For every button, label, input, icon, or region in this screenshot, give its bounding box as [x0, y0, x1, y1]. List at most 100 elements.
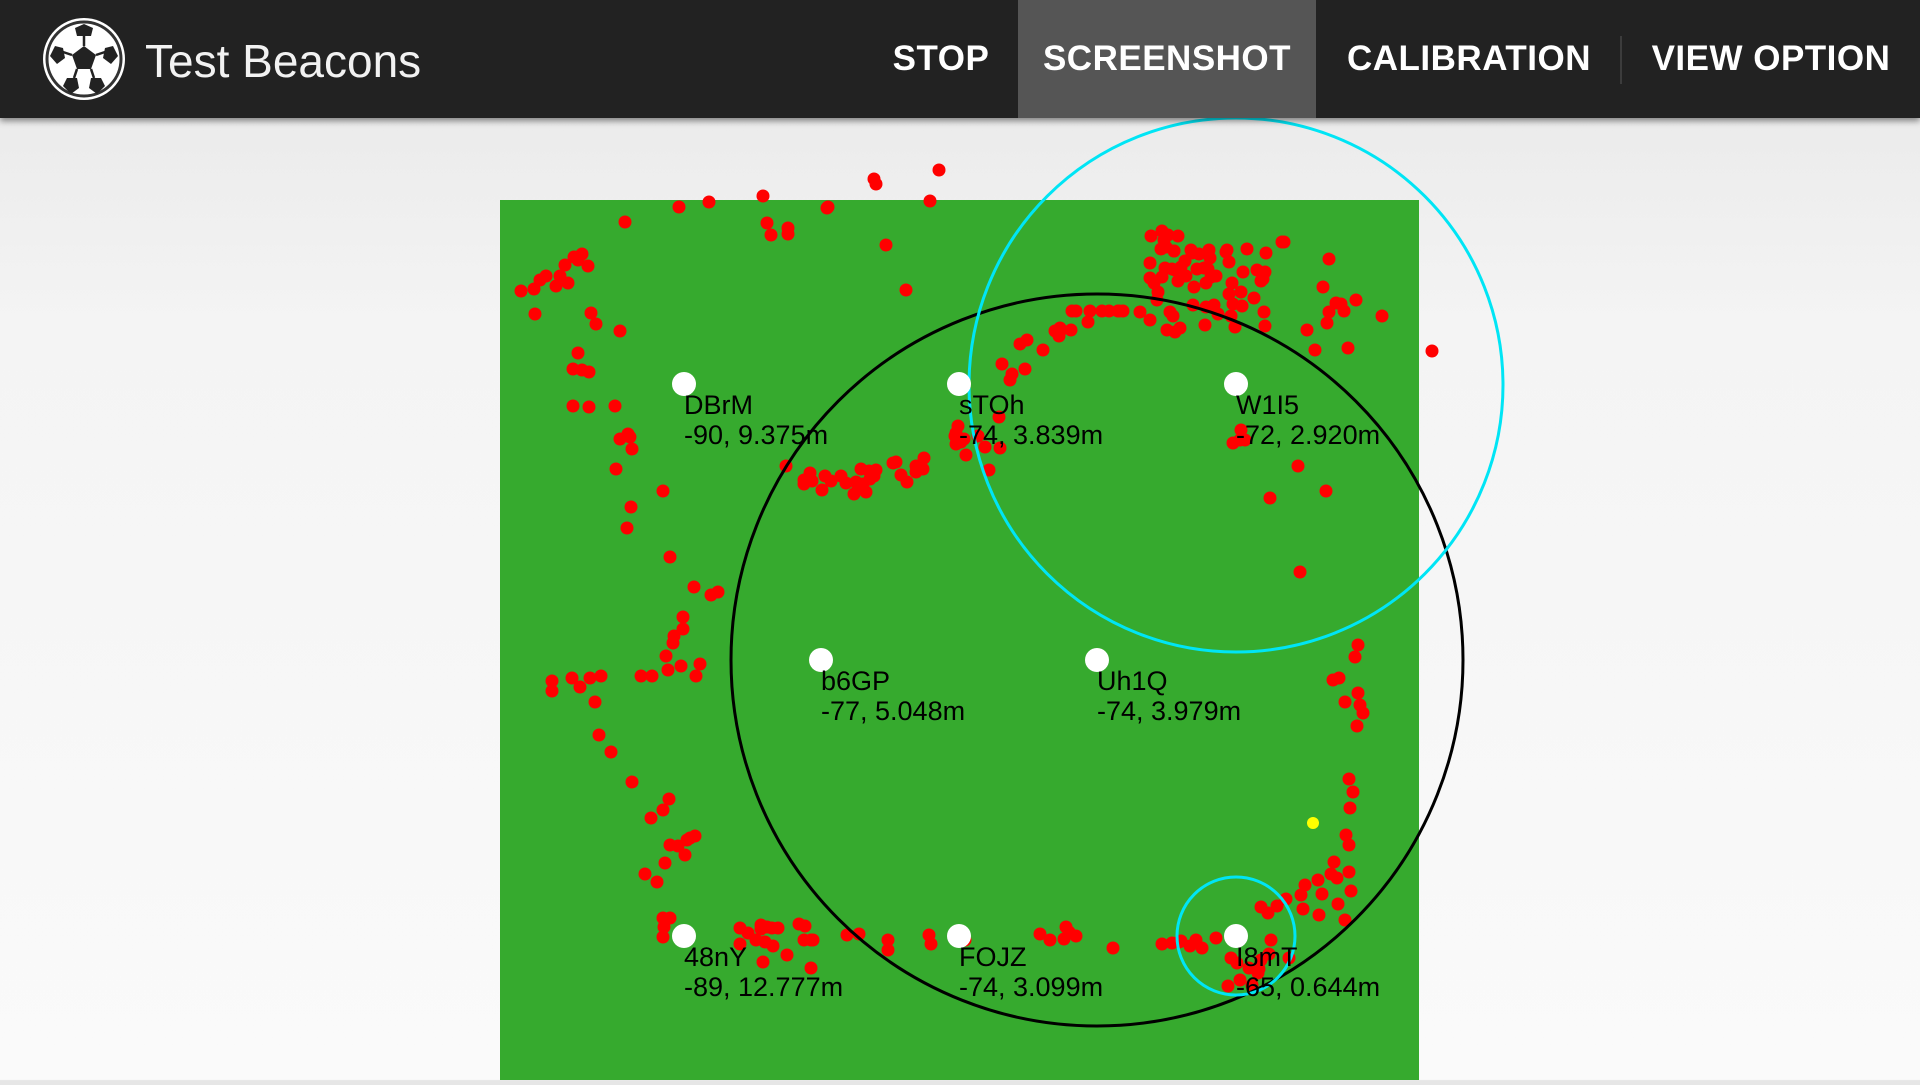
- trace-point: [528, 307, 542, 321]
- beacon-id-label: W1I5: [1236, 390, 1299, 420]
- trace-point: [1353, 698, 1367, 712]
- trace-point: [1013, 337, 1027, 351]
- trace-point: [625, 442, 639, 456]
- trace-point: [1240, 242, 1254, 256]
- trace-point: [702, 195, 716, 209]
- view-option-button[interactable]: VIEW OPTION: [1640, 0, 1902, 118]
- beacon-map-view[interactable]: DBrM -90, 9.375m sTOh -74, 3.839m W1I5 -72, 2…: [0, 116, 1920, 1080]
- trace-point: [959, 448, 973, 462]
- trace-point: [821, 200, 835, 214]
- trace-point: [856, 477, 870, 491]
- trace-point: [1351, 686, 1365, 700]
- trace-point: [760, 920, 774, 934]
- beacon-id-label: sTOh: [959, 390, 1025, 420]
- screenshot-button[interactable]: SCREENSHOT: [1018, 0, 1316, 118]
- trace-point: [613, 324, 627, 338]
- trace-point: [1203, 251, 1217, 265]
- beacon-reading-label: -89, 12.777m: [684, 972, 843, 1002]
- trace-point: [1171, 229, 1185, 243]
- trace-point: [662, 792, 676, 806]
- trace-point: [917, 451, 931, 465]
- trace-point: [678, 848, 692, 862]
- beacon-reading-label: -74, 3.099m: [959, 972, 1103, 1002]
- trace-point: [588, 695, 602, 709]
- soccer-ball-icon: [43, 18, 125, 100]
- trace-point: [1209, 931, 1223, 945]
- trace-point: [803, 466, 817, 480]
- trace-point: [1221, 979, 1235, 993]
- stop-button[interactable]: STOP: [868, 0, 1014, 118]
- app-bar: Test Beacons STOP SCREENSHOT CALIBRATION…: [0, 0, 1920, 118]
- trace-point: [1166, 309, 1180, 323]
- trace-point: [1258, 319, 1272, 333]
- beacon-reading-label: -77, 5.048m: [821, 696, 965, 726]
- trace-point: [1220, 243, 1234, 257]
- trace-point: [1259, 246, 1273, 260]
- trace-point: [760, 216, 774, 230]
- trace-point: [650, 875, 664, 889]
- trace-point: [1179, 269, 1193, 283]
- trace-point: [818, 469, 832, 483]
- trace-point: [658, 856, 672, 870]
- trace-point: [594, 669, 608, 683]
- trace-point: [1106, 941, 1120, 955]
- trace-point: [663, 838, 677, 852]
- trace-point: [613, 432, 627, 446]
- trace-point: [661, 663, 675, 677]
- trace-point: [1329, 296, 1343, 310]
- trace-point: [839, 476, 853, 490]
- trace-point: [1052, 329, 1066, 343]
- trace-point: [756, 955, 770, 969]
- trace-point: [1003, 373, 1017, 387]
- trace-point: [1277, 235, 1291, 249]
- trace-point: [1143, 313, 1157, 327]
- trace-point: [1209, 269, 1223, 283]
- app-title: Test Beacons: [145, 35, 422, 87]
- trace-point: [533, 273, 547, 287]
- stop-button-label: STOP: [892, 39, 990, 78]
- trace-point: [1311, 873, 1325, 887]
- beacon-reading-label: -65, 0.644m: [1236, 972, 1380, 1002]
- trace-point: [1351, 638, 1365, 652]
- trace-point: [582, 400, 596, 414]
- trace-point: [1350, 719, 1364, 733]
- trace-point: [1315, 887, 1329, 901]
- trace-point: [781, 221, 795, 235]
- trace-point: [1183, 939, 1197, 953]
- screenshot-button-label: SCREENSHOT: [1042, 39, 1292, 78]
- trace-point: [672, 200, 686, 214]
- trace-point: [766, 939, 780, 953]
- trace-point: [780, 948, 794, 962]
- trace-point: [1036, 343, 1050, 357]
- trace-point: [1300, 323, 1314, 337]
- trace-point: [797, 933, 811, 947]
- trace-point: [1257, 305, 1271, 319]
- trace-point: [1043, 933, 1057, 947]
- trace-point: [1167, 244, 1181, 258]
- trace-point: [1198, 318, 1212, 332]
- trace-point: [644, 811, 658, 825]
- beacon-reading-label: -90, 9.375m: [684, 420, 828, 450]
- trace-point: [545, 684, 559, 698]
- calibration-button[interactable]: CALIBRATION: [1330, 0, 1608, 118]
- trace-point: [894, 468, 908, 482]
- trace-point: [1083, 304, 1097, 318]
- trace-point: [995, 357, 1009, 371]
- trace-point: [1173, 321, 1187, 335]
- trace-point: [1069, 304, 1083, 318]
- trace-point: [815, 483, 829, 497]
- trace-point: [634, 669, 648, 683]
- trace-point: [687, 580, 701, 594]
- trace-point: [1326, 673, 1340, 687]
- beacon-reading-label: -74, 3.979m: [1097, 696, 1241, 726]
- trace-point: [1185, 246, 1199, 260]
- trace-point: [889, 455, 903, 469]
- beacon-reading-label: -72, 2.920m: [1236, 420, 1380, 450]
- trace-point: [1296, 902, 1310, 916]
- beacon-id-label: b6GP: [821, 666, 890, 696]
- trace-point: [1322, 252, 1336, 266]
- trace-point: [1261, 906, 1275, 920]
- trace-point: [1291, 459, 1305, 473]
- trace-point: [1222, 287, 1236, 301]
- trace-point: [566, 399, 580, 413]
